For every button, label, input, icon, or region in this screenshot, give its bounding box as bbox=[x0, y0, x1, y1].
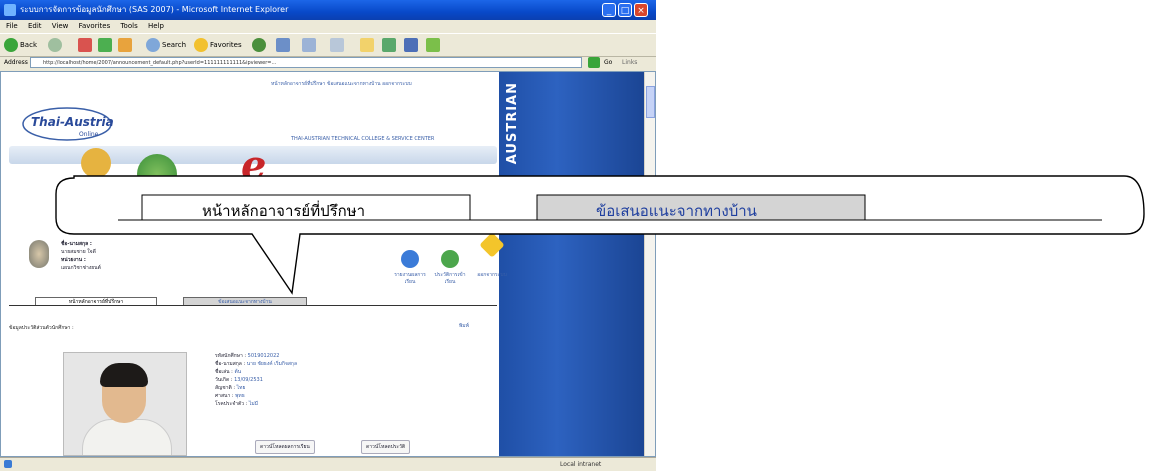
report-icon[interactable] bbox=[401, 250, 419, 268]
page-viewport: หน้าหลักอาจารย์ที่ปรึกษา ข้อเสนอแนะจากทา… bbox=[0, 71, 656, 457]
vertical-scrollbar[interactable] bbox=[644, 72, 655, 456]
printer-icon bbox=[330, 38, 344, 52]
menu-report-label[interactable]: รายงานผลการเรียน bbox=[390, 272, 430, 286]
history-icon bbox=[276, 38, 290, 52]
thai-austrian-logo: Thai-Austrian Online bbox=[22, 107, 113, 141]
menu-file[interactable]: File bbox=[6, 22, 18, 30]
profile-info: ชื่อ-นามสกุล : นายสมชาย ใจดี หน่วยงาน : … bbox=[61, 240, 101, 272]
profile-dept-label: หน่วยงาน : bbox=[61, 257, 86, 263]
download-grades-button[interactable]: ดาวน์โหลดผลการเรียน bbox=[255, 440, 315, 454]
tab-parent-feedback[interactable]: ข้อเสนอแนะจากทางบ้าน bbox=[596, 199, 757, 223]
detail-row: ชื่อ-นามสกุล : นาย ชัยธงค์ เริ่มกิจสกุล bbox=[215, 361, 298, 367]
attendance-icon[interactable] bbox=[441, 250, 459, 268]
menu-tools[interactable]: Tools bbox=[120, 22, 137, 30]
zone-label: Local intranet bbox=[560, 461, 602, 468]
detail-row: โรคประจำตัว : ไม่มี bbox=[215, 401, 259, 407]
search-icon bbox=[146, 38, 160, 52]
home-icon bbox=[118, 38, 132, 52]
detail-row: ชื่อเล่น : ต้น bbox=[215, 369, 242, 375]
svg-text:Online: Online bbox=[79, 131, 99, 138]
tools-icon bbox=[426, 38, 440, 52]
menu-bar: File Edit View Favorites Tools Help bbox=[0, 20, 656, 33]
detail-row: วันเกิด : 13/09/2531 bbox=[215, 377, 263, 383]
profile-name-label: ชื่อ-นามสกุล : bbox=[61, 241, 92, 247]
folder-icon bbox=[360, 38, 374, 52]
forward-arrow-icon bbox=[48, 38, 62, 52]
star-icon bbox=[194, 38, 208, 52]
detail-row: ศาสนา : พุทธ bbox=[215, 393, 245, 399]
stop-button[interactable] bbox=[78, 37, 94, 53]
browser-window: ระบบการจัดการข้อมูลนักศึกษา (SAS 2007) -… bbox=[0, 0, 656, 471]
print-button[interactable] bbox=[330, 37, 346, 53]
close-button[interactable]: × bbox=[634, 3, 648, 17]
address-label: Address bbox=[4, 59, 28, 66]
save-button[interactable] bbox=[404, 37, 420, 53]
profile-name-value: นายสมชาย ใจดี bbox=[61, 249, 96, 255]
tools-button[interactable] bbox=[426, 37, 442, 53]
history-button[interactable] bbox=[276, 37, 292, 53]
back-arrow-icon bbox=[4, 38, 18, 52]
messenger-button[interactable] bbox=[382, 37, 398, 53]
mail-button[interactable] bbox=[302, 37, 318, 53]
stop-icon bbox=[78, 38, 92, 52]
student-info-heading: ข้อมูลประวัติส่วนตัวนักศึกษา : bbox=[9, 325, 74, 331]
banner-e-logo: e bbox=[241, 142, 267, 189]
detail-row: รหัสนักศึกษา : 5019012022 bbox=[215, 353, 280, 359]
menu-help[interactable]: Help bbox=[148, 22, 164, 30]
print-link[interactable]: พิมพ์ bbox=[459, 322, 469, 330]
go-label[interactable]: Go bbox=[604, 56, 612, 70]
download-profile-button[interactable]: ดาวน์โหลดประวัติ bbox=[361, 440, 411, 454]
address-input[interactable]: http://localhost/home/2007/announcement_… bbox=[30, 57, 582, 68]
search-button[interactable]: Search bbox=[146, 37, 186, 53]
favorites-button[interactable]: Favorites bbox=[194, 37, 242, 53]
ie-icon bbox=[4, 4, 16, 16]
menu-logout-label[interactable]: ออกจากระบบ bbox=[472, 272, 512, 279]
tab-advisor-home[interactable]: หน้าหลักอาจารย์ที่ปรึกษา bbox=[202, 199, 365, 223]
menu-view[interactable]: View bbox=[52, 22, 69, 30]
maximize-button[interactable]: □ bbox=[618, 3, 632, 17]
address-bar: Address http://localhost/home/2007/annou… bbox=[0, 56, 656, 70]
top-links[interactable]: หน้าหลักอาจารย์ที่ปรึกษา ข้อเสนอแนะจากทา… bbox=[271, 80, 412, 88]
scrollbar-thumb[interactable] bbox=[646, 86, 655, 118]
media-icon bbox=[252, 38, 266, 52]
go-button[interactable] bbox=[588, 57, 600, 68]
disk-icon bbox=[404, 38, 418, 52]
menu-edit[interactable]: Edit bbox=[28, 22, 42, 30]
home-button[interactable] bbox=[118, 37, 134, 53]
refresh-button[interactable] bbox=[98, 37, 114, 53]
forward-button[interactable] bbox=[48, 37, 64, 53]
tab-underline bbox=[9, 305, 497, 306]
mail-icon bbox=[302, 38, 316, 52]
right-side-banner: AUSTRIAN bbox=[499, 72, 644, 456]
media-button[interactable] bbox=[252, 37, 268, 53]
links-label[interactable]: Links bbox=[622, 56, 637, 70]
menu-attendance-label[interactable]: ประวัติการเข้าเรียน bbox=[430, 272, 470, 286]
toolbar: Back Search Favorites bbox=[0, 33, 656, 57]
college-name: THAI-AUSTRIAN TECHNICAL COLLEGE & SERVIC… bbox=[291, 136, 435, 142]
banner-people-icon bbox=[81, 148, 111, 178]
folder-button[interactable] bbox=[360, 37, 376, 53]
page-icon bbox=[4, 460, 12, 468]
refresh-icon bbox=[98, 38, 112, 52]
detail-row: สัญชาติ : ไทย bbox=[215, 385, 246, 391]
back-button[interactable]: Back bbox=[4, 37, 37, 53]
title-bar: ระบบการจัดการข้อมูลนักศึกษา (SAS 2007) -… bbox=[0, 0, 656, 20]
profile-dept-value: แผนกวิชาช่างยนต์ bbox=[61, 265, 101, 271]
student-photo bbox=[63, 352, 187, 456]
svg-text:Thai-Austrian: Thai-Austrian bbox=[31, 115, 113, 129]
banner-globe-icon bbox=[137, 154, 177, 194]
messenger-icon bbox=[382, 38, 396, 52]
menu-favorites[interactable]: Favorites bbox=[79, 22, 111, 30]
avatar bbox=[29, 240, 49, 268]
status-bar: Local intranet bbox=[0, 457, 656, 471]
student-details: รหัสนักศึกษา : 5019012022 ชื่อ-นามสกุล :… bbox=[215, 352, 297, 408]
minimize-button[interactable]: _ bbox=[602, 3, 616, 17]
side-banner-text: AUSTRIAN bbox=[505, 82, 520, 165]
window-title: ระบบการจัดการข้อมูลนักศึกษา (SAS 2007) -… bbox=[20, 5, 289, 14]
